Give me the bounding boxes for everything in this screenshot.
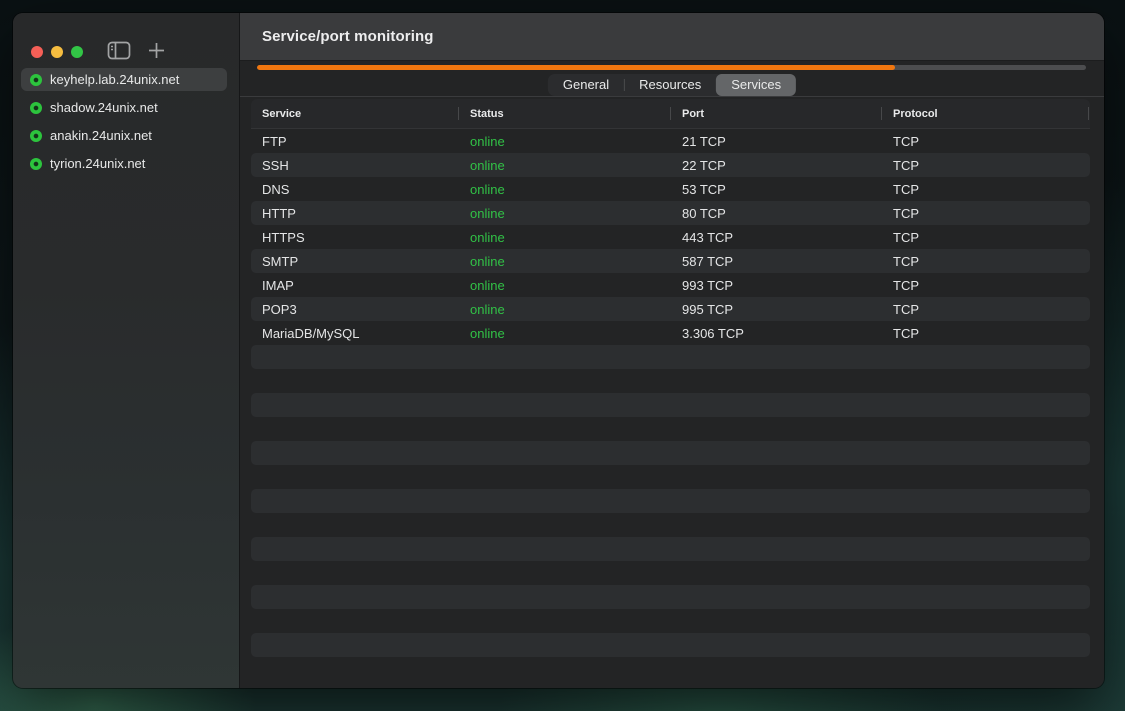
minimize-button[interactable] <box>51 46 63 58</box>
cell-protocol: TCP <box>882 254 1089 269</box>
server-name: anakin.24unix.net <box>50 128 152 143</box>
cell-protocol: TCP <box>882 134 1089 149</box>
desktop: { "window": { "title": "Service/port mon… <box>0 0 1125 711</box>
table-row[interactable]: HTTPonline80 TCPTCP <box>251 201 1090 225</box>
cell-protocol: TCP <box>882 230 1089 245</box>
table-row-empty <box>251 465 1090 489</box>
tab-general[interactable]: General <box>548 74 624 96</box>
table-header: Service Status Port Protocol <box>251 99 1090 129</box>
server-name: keyhelp.lab.24unix.net <box>50 72 179 87</box>
server-name: shadow.24unix.net <box>50 100 158 115</box>
table-row-empty <box>251 609 1090 633</box>
table-row[interactable]: SMTPonline587 TCPTCP <box>251 249 1090 273</box>
zoom-button[interactable] <box>71 46 83 58</box>
sidebar-toggle-icon[interactable] <box>107 41 131 60</box>
tab-resources[interactable]: Resources <box>624 74 716 96</box>
cell-protocol: TCP <box>882 158 1089 173</box>
table-row-empty <box>251 441 1090 465</box>
cell-status: online <box>459 230 671 245</box>
close-button[interactable] <box>31 46 43 58</box>
cell-protocol: TCP <box>882 278 1089 293</box>
table-row[interactable]: DNSonline53 TCPTCP <box>251 177 1090 201</box>
window-controls <box>31 46 83 58</box>
column-header-status[interactable]: Status <box>459 99 671 128</box>
app-window: keyhelp.lab.24unix.net shadow.24unix.net a… <box>13 13 1104 688</box>
cell-status: online <box>459 278 671 293</box>
table-row[interactable]: MariaDB/MySQLonline3.306 TCPTCP <box>251 321 1090 345</box>
server-status-dot <box>30 158 42 170</box>
table-row[interactable]: HTTPSonline443 TCPTCP <box>251 225 1090 249</box>
cell-port: 3.306 TCP <box>671 326 882 341</box>
sidebar-item-server[interactable]: keyhelp.lab.24unix.net <box>21 68 227 91</box>
cell-protocol: TCP <box>882 326 1089 341</box>
cell-port: 443 TCP <box>671 230 882 245</box>
table-row-empty <box>251 513 1090 537</box>
sidebar: keyhelp.lab.24unix.net shadow.24unix.net a… <box>13 13 240 688</box>
cell-status: online <box>459 302 671 317</box>
sidebar-item-server[interactable]: anakin.24unix.net <box>21 124 227 147</box>
cell-status: online <box>459 134 671 149</box>
server-list: keyhelp.lab.24unix.net shadow.24unix.net a… <box>21 68 227 175</box>
table-row-empty <box>251 489 1090 513</box>
table-row-empty <box>251 537 1090 561</box>
cell-port: 993 TCP <box>671 278 882 293</box>
titlebar: Service/port monitoring <box>240 13 1104 61</box>
cell-status: online <box>459 182 671 197</box>
sidebar-item-server[interactable]: shadow.24unix.net <box>21 96 227 119</box>
table-row[interactable]: SSHonline22 TCPTCP <box>251 153 1090 177</box>
main-panel: Service/port monitoring GeneralResources… <box>240 13 1104 688</box>
services-table: Service Status Port Protocol FTPonline21… <box>251 99 1090 681</box>
tab-bar: GeneralResourcesServices <box>548 74 796 96</box>
cell-status: online <box>459 158 671 173</box>
table-row-empty <box>251 633 1090 657</box>
cell-port: 21 TCP <box>671 134 882 149</box>
server-status-dot <box>30 102 42 114</box>
sidebar-toolbar <box>107 41 165 60</box>
cell-protocol: TCP <box>882 206 1089 221</box>
cell-service: POP3 <box>251 302 459 317</box>
cell-port: 995 TCP <box>671 302 882 317</box>
cell-protocol: TCP <box>882 302 1089 317</box>
cell-port: 80 TCP <box>671 206 882 221</box>
table-row-empty <box>251 657 1090 681</box>
cell-service: SSH <box>251 158 459 173</box>
cell-service: MariaDB/MySQL <box>251 326 459 341</box>
server-status-dot <box>30 130 42 142</box>
table-row-empty <box>251 393 1090 417</box>
server-status-dot <box>30 74 42 86</box>
cell-port: 53 TCP <box>671 182 882 197</box>
toolbar-strip: GeneralResourcesServices <box>240 61 1104 97</box>
cell-port: 587 TCP <box>671 254 882 269</box>
table-row-empty <box>251 417 1090 441</box>
cell-service: DNS <box>251 182 459 197</box>
progress-fill <box>257 65 895 70</box>
table-body: FTPonline21 TCPTCPSSHonline22 TCPTCPDNSo… <box>251 129 1090 681</box>
tab-services[interactable]: Services <box>716 74 796 96</box>
page-title: Service/port monitoring <box>262 28 434 45</box>
table-row[interactable]: POP3online995 TCPTCP <box>251 297 1090 321</box>
table-row-empty <box>251 585 1090 609</box>
cell-service: IMAP <box>251 278 459 293</box>
add-server-icon[interactable] <box>148 42 165 59</box>
cell-service: HTTP <box>251 206 459 221</box>
cell-service: HTTPS <box>251 230 459 245</box>
table-row-empty <box>251 369 1090 393</box>
column-header-port[interactable]: Port <box>671 99 882 128</box>
progress-bar <box>257 65 1086 70</box>
cell-status: online <box>459 326 671 341</box>
table-row[interactable]: FTPonline21 TCPTCP <box>251 129 1090 153</box>
cell-protocol: TCP <box>882 182 1089 197</box>
table-row-empty <box>251 345 1090 369</box>
cell-port: 22 TCP <box>671 158 882 173</box>
cell-status: online <box>459 254 671 269</box>
table-row-empty <box>251 561 1090 585</box>
sidebar-item-server[interactable]: tyrion.24unix.net <box>21 152 227 175</box>
cell-status: online <box>459 206 671 221</box>
server-name: tyrion.24unix.net <box>50 156 145 171</box>
cell-service: FTP <box>251 134 459 149</box>
column-header-protocol[interactable]: Protocol <box>882 99 1089 128</box>
column-header-service[interactable]: Service <box>251 99 459 128</box>
table-row[interactable]: IMAPonline993 TCPTCP <box>251 273 1090 297</box>
cell-service: SMTP <box>251 254 459 269</box>
